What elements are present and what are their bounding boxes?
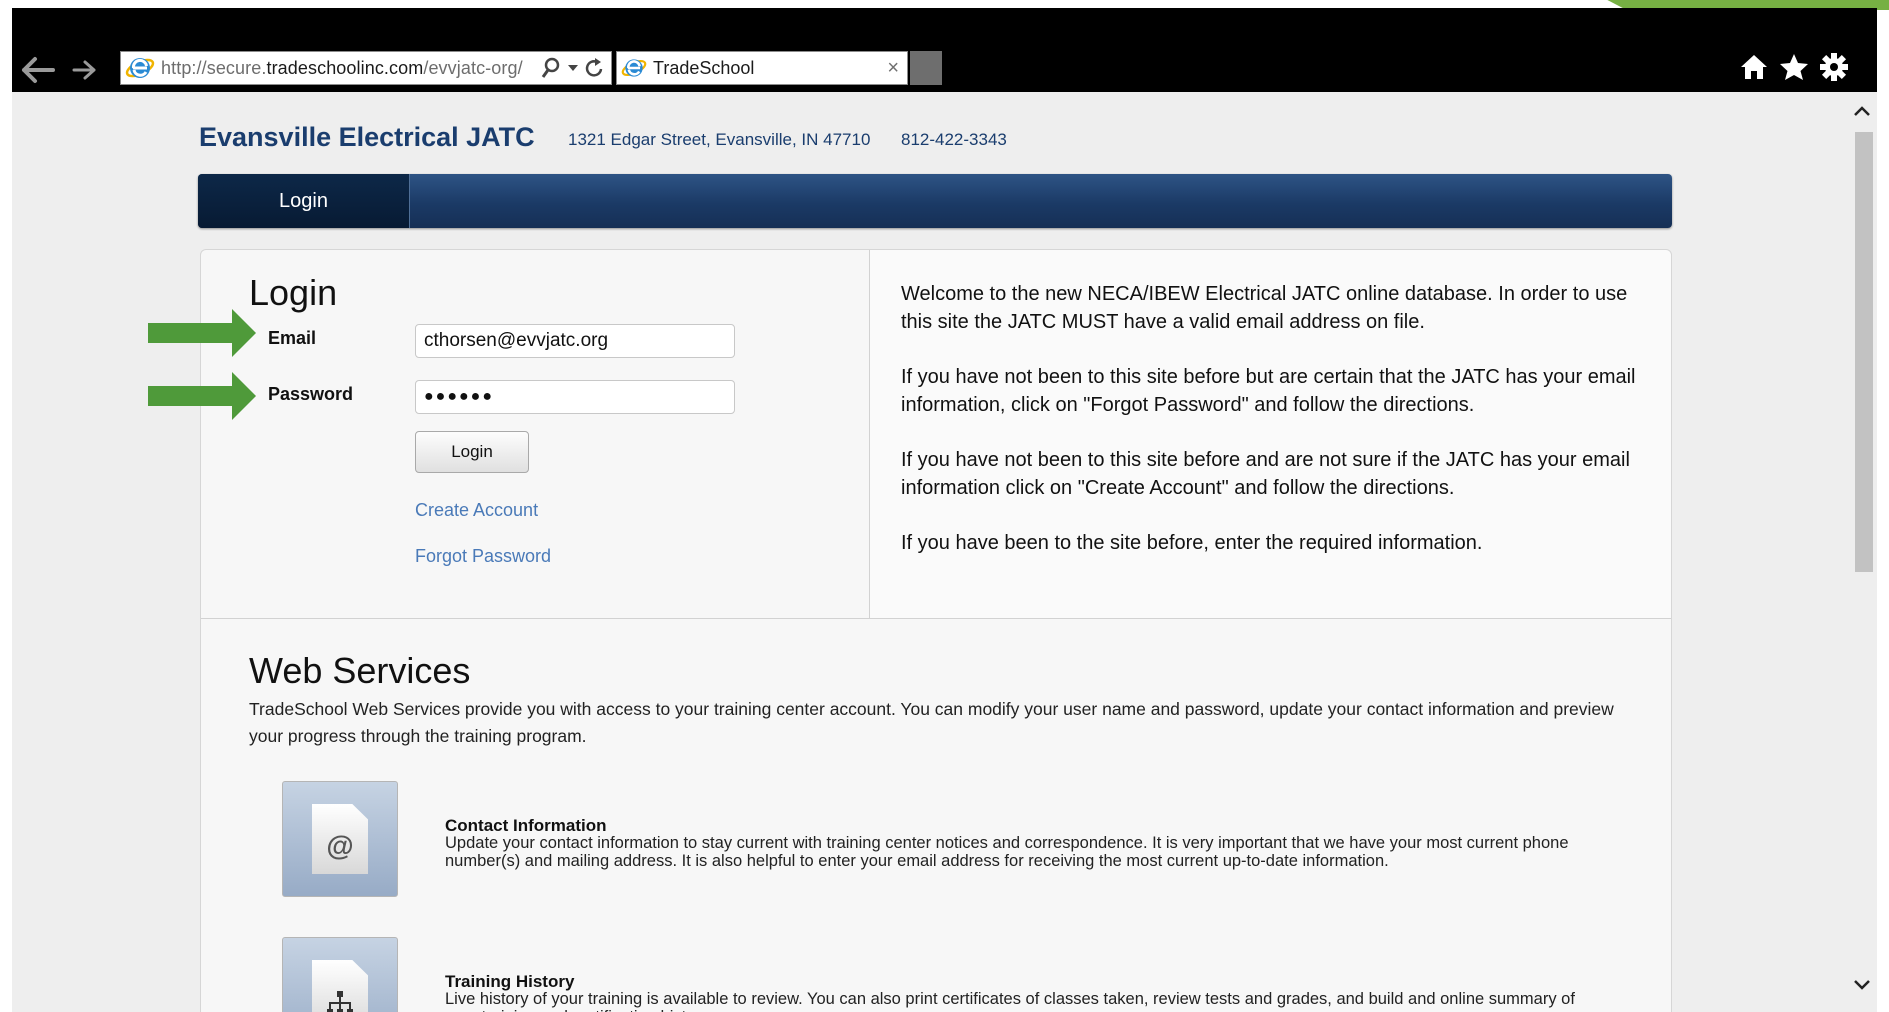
vertical-scrollbar[interactable] [1847, 92, 1877, 1012]
site-address: 1321 Edgar Street, Evansville, IN 47710 [568, 130, 871, 149]
password-annotation-arrow-icon [148, 372, 256, 420]
scroll-down-chevron-icon[interactable] [1847, 970, 1877, 1000]
email-annotation-arrow-icon [148, 309, 256, 357]
main-navbar: Login [198, 174, 1672, 228]
refresh-icon[interactable] [585, 57, 605, 79]
favorites-star-icon[interactable] [1779, 53, 1809, 81]
settings-gear-icon[interactable] [1819, 52, 1849, 82]
scroll-up-chevron-icon[interactable] [1847, 96, 1877, 126]
email-input[interactable] [415, 324, 735, 358]
search-icon[interactable] [541, 57, 561, 79]
ie-logo-icon [125, 58, 155, 78]
tab-title: TradeSchool [653, 57, 755, 78]
tab-ie-icon [621, 59, 647, 77]
url-text: http://secure.tradeschoolinc.com/evvjatc… [161, 57, 523, 78]
browser-chrome: http://secure.tradeschoolinc.com/evvjatc… [12, 8, 1877, 92]
welcome-paragraph-1: Welcome to the new NECA/IBEW Electrical … [901, 283, 1628, 333]
web-services-description: TradeSchool Web Services provide you wit… [249, 699, 1614, 746]
web-services-heading: Web Services [249, 650, 471, 691]
contact-document-icon[interactable]: @ [282, 781, 398, 897]
password-label: Password [268, 384, 354, 404]
hierarchy-icon [327, 991, 353, 1012]
welcome-paragraph-2: If you have not been to this site before… [901, 366, 1636, 416]
welcome-paragraph-4: If you have been to the site before, ent… [901, 532, 1483, 554]
forward-button[interactable] [64, 50, 104, 90]
dropdown-arrow-icon[interactable] [567, 64, 579, 72]
back-arrow-icon [22, 57, 55, 83]
tab-close-icon[interactable]: × [887, 58, 899, 78]
email-label: Email [268, 328, 317, 348]
login-heading: Login [249, 272, 338, 313]
site-phone: 812-422-3343 [901, 130, 1007, 149]
browser-window: http://secure.tradeschoolinc.com/evvjatc… [12, 8, 1877, 1012]
content-panel: Welcome to the new NECA/IBEW Electrical … [200, 249, 1672, 1012]
page-viewport: Evansville Electrical JATC 1321 Edgar St… [12, 92, 1877, 1012]
password-input[interactable]: ●●●●●● [415, 380, 735, 414]
training-history-icon[interactable] [282, 937, 398, 1012]
contact-information-title[interactable]: Contact Information [445, 816, 607, 836]
back-button[interactable] [18, 50, 58, 90]
welcome-paragraph-3: If you have not been to this site before… [901, 449, 1630, 499]
welcome-panel: Welcome to the new NECA/IBEW Electrical … [870, 250, 1671, 618]
training-history-title[interactable]: Training History [445, 972, 574, 992]
login-button[interactable]: Login [415, 431, 529, 473]
new-tab-button[interactable] [910, 51, 942, 85]
at-sign-icon: @ [326, 830, 354, 861]
training-history-text: Live history of your training is availab… [445, 990, 1575, 1012]
site-title: Evansville Electrical JATC [199, 122, 535, 152]
forgot-password-link[interactable]: Forgot Password [415, 546, 551, 567]
browser-tab[interactable]: TradeSchool × [616, 51, 908, 85]
forward-arrow-icon [72, 60, 96, 80]
create-account-link[interactable]: Create Account [415, 500, 538, 521]
contact-information-text: Update your contact information to stay … [445, 834, 1569, 870]
nav-tab-login[interactable]: Login [198, 174, 410, 228]
home-icon[interactable] [1739, 53, 1769, 81]
scroll-thumb[interactable] [1855, 132, 1873, 572]
address-bar[interactable]: http://secure.tradeschoolinc.com/evvjatc… [120, 51, 612, 85]
section-divider [201, 618, 1671, 619]
